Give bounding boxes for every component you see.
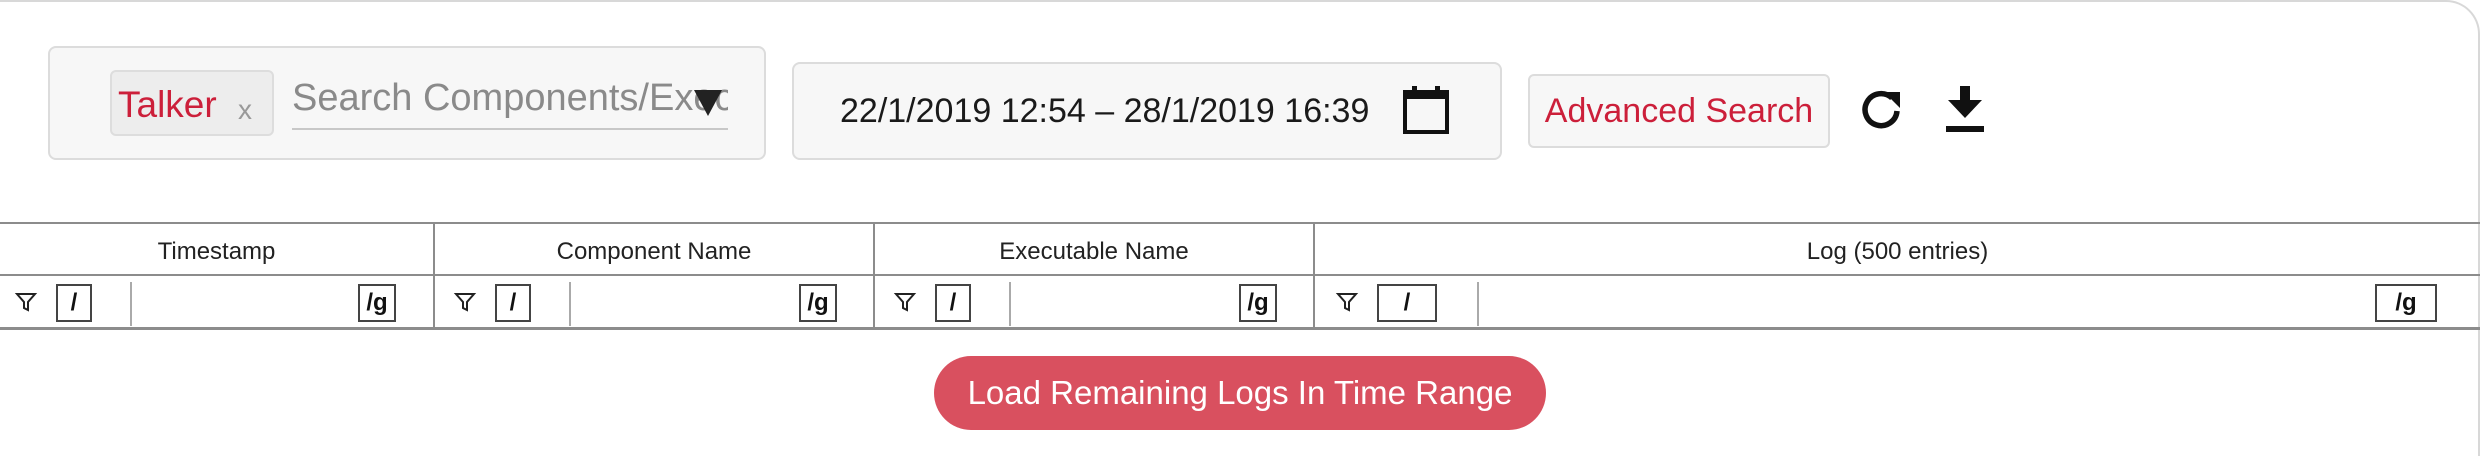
regex-global-flag[interactable]: /g [799,284,837,322]
column-component-name: Component Name / /g [435,224,875,329]
header-divider [435,274,873,276]
regex-toggle[interactable]: / [1377,284,1437,322]
advanced-search-button[interactable]: Advanced Search [1528,74,1830,148]
component-tag: Talker x [110,70,274,136]
header-divider [1315,274,2480,276]
column-title: Timestamp [157,238,276,265]
date-range-picker[interactable]: 22/1/2019 12:54 – 28/1/2019 16:39 [792,62,1502,160]
log-table-header: Timestamp / /g Component Name / /g Execu… [0,222,2480,330]
regex-toggle[interactable]: / [495,284,531,322]
regex-global-flag[interactable]: /g [358,284,396,322]
load-remaining-logs-button[interactable]: Load Remaining Logs In Time Range [934,356,1546,430]
column-executable-name: Executable Name / /g [875,224,1315,329]
regex-global-flag[interactable]: /g [2375,284,2437,322]
column-log: Log (500 entries) / /g [1315,224,2480,329]
filter-icon[interactable] [893,290,917,314]
caret-down-icon[interactable] [690,84,726,120]
date-range-text: 22/1/2019 12:54 – 28/1/2019 16:39 [840,92,1370,130]
regex-global-flag[interactable]: /g [1239,284,1277,322]
column-timestamp: Timestamp / /g [0,224,435,329]
executable-filter-input[interactable] [1009,282,1237,326]
column-title: Component Name [556,238,752,265]
component-filter-input[interactable] [569,282,797,326]
regex-toggle[interactable]: / [935,284,971,322]
log-filter-input[interactable] [1477,282,2335,326]
component-selector: Talker x [48,46,766,160]
header-divider [875,274,1313,276]
log-viewer-panel: Talker x 22/1/2019 12:54 – 28/1/2019 16:… [0,0,2480,456]
regex-toggle[interactable]: / [56,284,92,322]
component-tag-label: Talker [118,84,217,125]
filter-icon[interactable] [453,290,477,314]
calendar-icon[interactable] [1402,84,1450,136]
filter-icon[interactable] [14,290,38,314]
download-icon[interactable] [1942,84,1988,134]
column-title: Executable Name [999,238,1189,265]
timestamp-filter-input[interactable] [130,282,356,326]
filter-icon[interactable] [1335,290,1359,314]
component-search-input[interactable] [292,68,728,130]
header-divider [0,274,433,276]
remove-tag-button[interactable]: x [238,94,252,126]
refresh-icon[interactable] [1858,84,1904,134]
column-title: Log (500 entries) [1806,238,1989,265]
